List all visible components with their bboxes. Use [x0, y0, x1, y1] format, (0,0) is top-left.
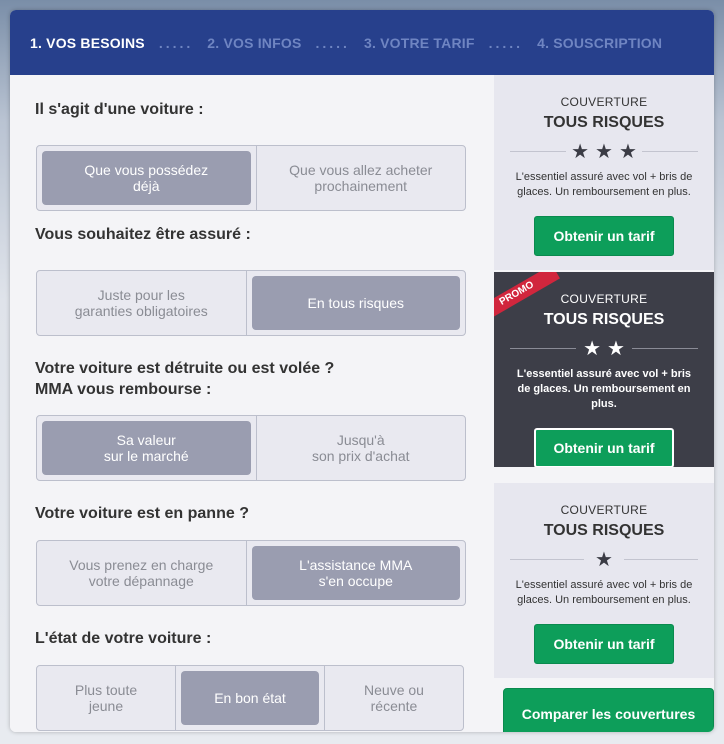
step-2[interactable]: 2. VOS INFOS — [207, 35, 301, 51]
coverage-label: COUVERTURE — [560, 95, 648, 109]
option-label: Juste pour les garanties obligatoires — [74, 287, 208, 319]
option-good-condition[interactable]: En bon état — [176, 666, 325, 730]
insurance-level-toggle: Juste pour les garanties obligatoires En… — [36, 270, 466, 336]
option-owned-car[interactable]: Que vous possédez déjà — [37, 146, 257, 210]
question-line: Votre voiture est détruite ou est volée … — [35, 360, 335, 377]
get-quote-button[interactable]: Obtenir un tarif — [534, 428, 674, 467]
step-1[interactable]: 1. VOS BESOINS — [30, 35, 145, 51]
rating-row: ★★★ — [510, 140, 698, 163]
option-label: Que vous allez acheter prochainement — [289, 162, 433, 194]
step-separator: ..... — [488, 34, 524, 51]
coverage-title: TOUS RISQUES — [543, 114, 665, 131]
option-future-purchase[interactable]: Que vous allez acheter prochainement — [257, 146, 466, 210]
divider — [632, 348, 698, 349]
coverage-title: TOUS RISQUES — [543, 311, 665, 328]
option-old-car[interactable]: Plus toute jeune — [37, 666, 176, 730]
option-self-towing[interactable]: Vous prenez en charge votre dépannage — [37, 541, 247, 605]
option-new-car[interactable]: Neuve ou récente — [325, 666, 463, 730]
progress-stepper: 1. VOS BESOINS ..... 2. VOS INFOS ..... … — [10, 10, 714, 75]
star-icon: ★ — [595, 548, 619, 571]
divider — [510, 151, 566, 152]
reimbursement-toggle: Sa valeur sur le marché Jusqu'à son prix… — [36, 415, 466, 481]
car-ownership-toggle: Que vous possédez déjà Que vous allez ac… — [36, 145, 466, 211]
needs-form: Il s'agit d'une voiture : Que vous possé… — [10, 75, 492, 732]
coverage-description: L'essentiel assuré avec vol + bris de gl… — [515, 579, 693, 606]
question-car-condition: L'état de votre voiture : — [35, 630, 212, 647]
option-label: Vous prenez en charge votre dépannage — [69, 557, 214, 589]
coverage-card-3-stars: COUVERTURE TOUS RISQUES ★★★ L'essentiel … — [494, 75, 714, 270]
star-icon: ★★ — [583, 337, 631, 360]
star-icon: ★★★ — [571, 140, 643, 163]
option-label: Plus toute jeune — [74, 682, 138, 714]
coverage-description: L'essentiel assuré avec vol + bris de gl… — [516, 368, 692, 410]
divider — [510, 348, 576, 349]
question-line: MMA vous rembourse : — [35, 381, 212, 398]
option-label: Jusqu'à son prix d'achat — [311, 432, 410, 464]
option-label: En bon état — [214, 690, 286, 706]
divider — [624, 559, 698, 560]
step-4[interactable]: 4. SOUSCRIPTION — [537, 35, 662, 51]
coverage-card-2-stars: PROMO COUVERTURE TOUS RISQUES ★★ L'essen… — [494, 272, 714, 467]
get-quote-button[interactable]: Obtenir un tarif — [534, 216, 674, 256]
divider — [510, 559, 584, 560]
option-purchase-price[interactable]: Jusqu'à son prix d'achat — [257, 416, 466, 480]
coverage-card-1-star: COUVERTURE TOUS RISQUES ★ L'essentiel as… — [494, 483, 714, 678]
coverage-title: TOUS RISQUES — [543, 522, 665, 539]
step-3[interactable]: 3. VOTRE TARIF — [364, 35, 475, 51]
compare-coverages-button[interactable]: Comparer les couvertures — [503, 688, 714, 732]
car-condition-toggle: Plus toute jeune En bon état Neuve ou ré… — [36, 665, 464, 731]
option-all-risks[interactable]: En tous risques — [247, 271, 466, 335]
option-market-value[interactable]: Sa valeur sur le marché — [37, 416, 257, 480]
question-breakdown: Votre voiture est en panne ? — [35, 505, 249, 522]
breakdown-toggle: Vous prenez en charge votre dépannage L'… — [36, 540, 466, 606]
option-mma-assistance[interactable]: L'assistance MMA s'en occupe — [247, 541, 466, 605]
question-car-ownership: Il s'agit d'une voiture : — [35, 101, 204, 118]
get-quote-button[interactable]: Obtenir un tarif — [534, 624, 674, 664]
step-separator: ..... — [315, 34, 350, 51]
rating-row: ★★ — [510, 337, 698, 360]
option-label: Que vous possédez déjà — [84, 162, 209, 194]
option-label: Sa valeur sur le marché — [103, 432, 189, 464]
coverage-sidebar: COUVERTURE TOUS RISQUES ★★★ L'essentiel … — [492, 75, 714, 732]
option-label: Neuve ou récente — [364, 682, 424, 714]
coverage-label: COUVERTURE — [560, 503, 648, 517]
coverage-description: L'essentiel assuré avec vol + bris de gl… — [515, 171, 693, 198]
divider — [642, 151, 698, 152]
option-label: En tous risques — [307, 295, 405, 311]
question-reimbursement: Votre voiture est détruite ou est volée … — [35, 358, 334, 400]
question-insurance-level: Vous souhaitez être assuré : — [35, 226, 251, 243]
option-label: L'assistance MMA s'en occupe — [299, 557, 413, 589]
option-mandatory-only[interactable]: Juste pour les garanties obligatoires — [37, 271, 247, 335]
step-separator: ..... — [158, 34, 194, 51]
quote-wizard: 1. VOS BESOINS ..... 2. VOS INFOS ..... … — [10, 10, 714, 732]
rating-row: ★ — [510, 548, 698, 571]
